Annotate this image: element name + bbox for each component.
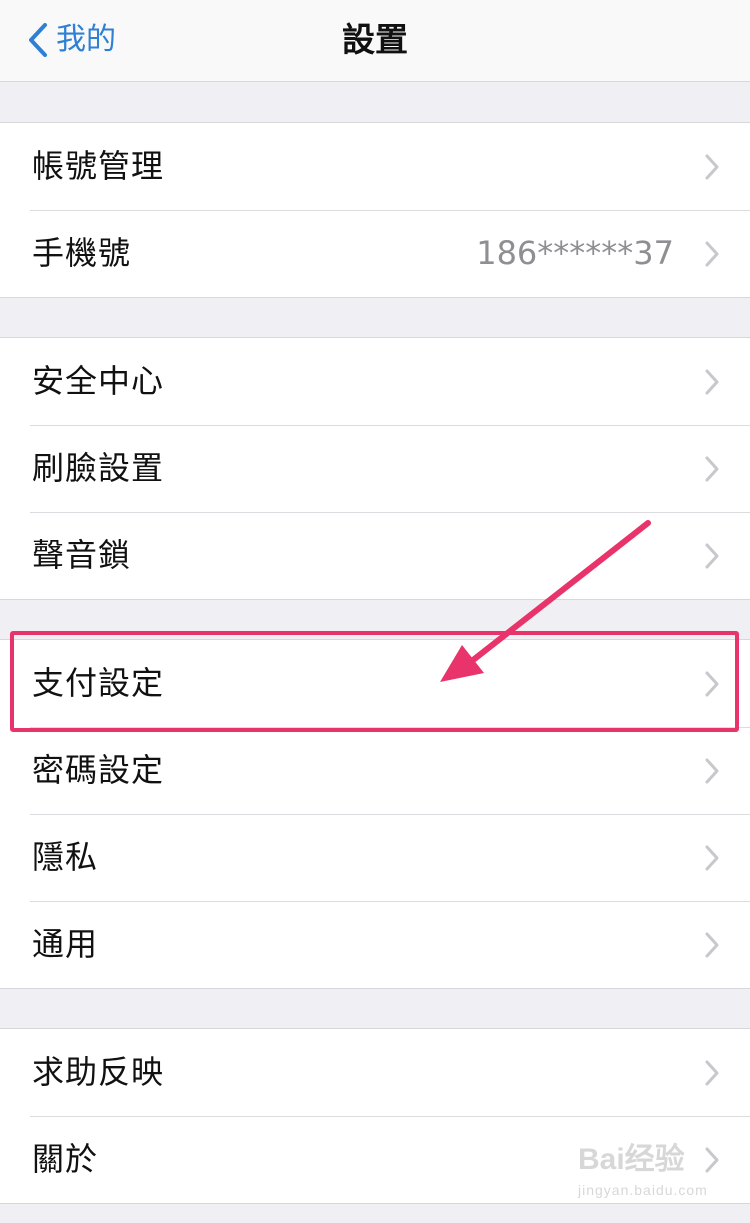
navigation-bar: 我的 設置 [0, 0, 750, 82]
phone-number-value: 186******37 [476, 234, 674, 272]
row-label: 手機號 [32, 234, 132, 272]
row-label: 支付設定 [32, 664, 165, 702]
settings-group-security: 安全中心 刷臉設置 聲音鎖 [0, 337, 750, 600]
row-account-management[interactable]: 帳號管理 [0, 123, 750, 210]
row-payment-settings[interactable]: 支付設定 [0, 640, 750, 727]
row-label: 密碼設定 [32, 751, 165, 789]
chevron-right-icon [705, 543, 719, 569]
row-label: 隱私 [32, 838, 99, 876]
chevron-right-icon [705, 154, 719, 180]
row-label: 安全中心 [32, 362, 165, 400]
chevron-right-icon [705, 241, 719, 267]
row-face-settings[interactable]: 刷臉設置 [0, 425, 750, 512]
row-label: 帳號管理 [32, 147, 165, 185]
row-label: 求助反映 [32, 1053, 165, 1091]
chevron-right-icon [705, 671, 719, 697]
chevron-right-icon [705, 932, 719, 958]
row-privacy[interactable]: 隱私 [0, 814, 750, 901]
settings-group-account: 帳號管理 手機號 186******37 [0, 122, 750, 298]
row-label: 關於 [32, 1140, 99, 1178]
settings-group-help: 求助反映 關於 [0, 1028, 750, 1204]
chevron-right-icon [705, 845, 719, 871]
chevron-right-icon [705, 1147, 719, 1173]
page-title: 設置 [342, 20, 408, 59]
row-phone-number[interactable]: 手機號 186******37 [0, 210, 750, 297]
row-password-settings[interactable]: 密碼設定 [0, 727, 750, 814]
chevron-right-icon [705, 456, 719, 482]
row-about[interactable]: 關於 [0, 1116, 750, 1203]
chevron-right-icon [705, 1060, 719, 1086]
row-voice-lock[interactable]: 聲音鎖 [0, 512, 750, 599]
chevron-right-icon [705, 369, 719, 395]
row-general[interactable]: 通用 [0, 901, 750, 988]
row-feedback[interactable]: 求助反映 [0, 1029, 750, 1116]
row-label: 通用 [32, 925, 99, 963]
settings-group-payment: 支付設定 密碼設定 隱私 通用 [0, 639, 750, 989]
row-label: 聲音鎖 [32, 536, 132, 574]
row-security-center[interactable]: 安全中心 [0, 338, 750, 425]
chevron-right-icon [705, 758, 719, 784]
row-label: 刷臉設置 [32, 449, 165, 487]
